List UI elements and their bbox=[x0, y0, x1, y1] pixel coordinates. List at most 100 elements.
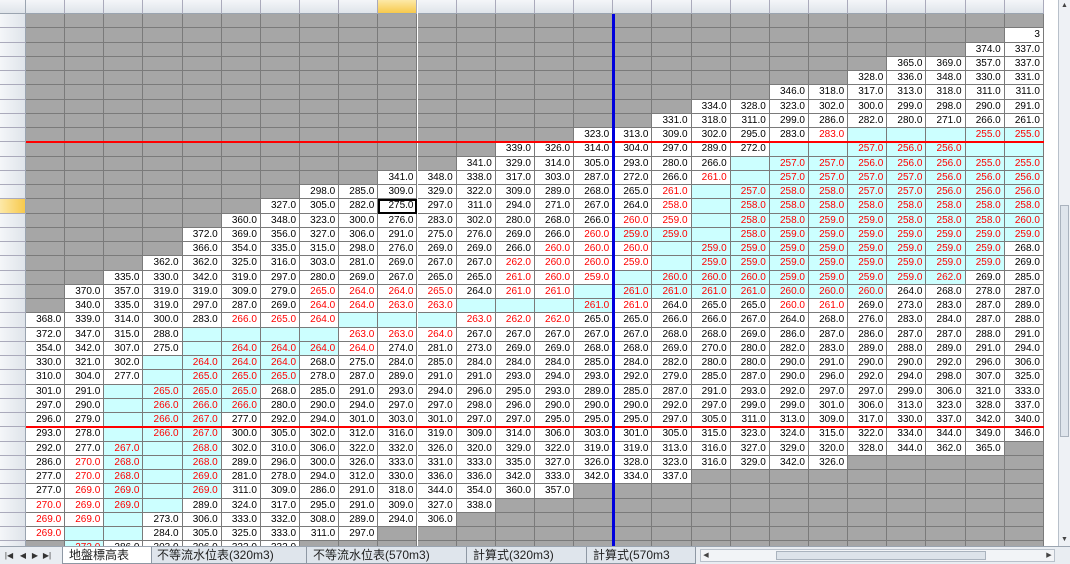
grid-cell[interactable]: 319.0 bbox=[613, 441, 653, 456]
grid-cell[interactable]: 283.0 bbox=[809, 341, 849, 356]
grid-cell[interactable] bbox=[300, 85, 340, 100]
column-header[interactable] bbox=[260, 0, 301, 14]
grid-cell[interactable]: 269.0 bbox=[26, 527, 66, 542]
grid-cell[interactable]: 297.0 bbox=[26, 398, 66, 413]
row-header[interactable] bbox=[0, 85, 26, 100]
grid-cell[interactable] bbox=[613, 512, 653, 527]
grid-cell[interactable] bbox=[613, 14, 653, 29]
grid-cell[interactable] bbox=[417, 71, 457, 86]
grid-cell[interactable] bbox=[378, 156, 418, 171]
grid-cell[interactable] bbox=[769, 512, 809, 527]
grid-cell[interactable] bbox=[65, 56, 105, 71]
grid-cell[interactable]: 372.0 bbox=[182, 227, 222, 242]
grid-cell[interactable]: 258.0 bbox=[769, 213, 809, 228]
grid-cell[interactable] bbox=[300, 327, 340, 342]
grid-cell[interactable]: 346.0 bbox=[1004, 427, 1044, 442]
grid-cell[interactable] bbox=[65, 99, 105, 114]
grid-cell[interactable]: 312.0 bbox=[339, 427, 379, 442]
grid-cell[interactable]: 287.0 bbox=[730, 370, 770, 385]
grid-cell[interactable] bbox=[221, 170, 261, 185]
grid-cell[interactable]: 264.0 bbox=[652, 299, 692, 314]
grid-cell[interactable] bbox=[1004, 484, 1044, 499]
grid-cell[interactable] bbox=[65, 128, 105, 143]
grid-cell[interactable] bbox=[143, 156, 183, 171]
grid-cell[interactable]: 293.0 bbox=[730, 384, 770, 399]
grid-cell[interactable]: 342.0 bbox=[182, 270, 222, 285]
grid-cell[interactable] bbox=[809, 470, 849, 485]
grid-cell[interactable]: 294.0 bbox=[339, 398, 379, 413]
grid-cell[interactable]: 260.0 bbox=[534, 242, 575, 257]
grid-cell[interactable]: 267.0 bbox=[574, 327, 614, 342]
grid-cell[interactable] bbox=[691, 484, 731, 499]
grid-cell[interactable]: 256.0 bbox=[848, 156, 888, 171]
grid-cell[interactable]: 260.0 bbox=[769, 299, 809, 314]
grid-cell[interactable]: 318.0 bbox=[691, 113, 731, 128]
grid-cell[interactable]: 267.0 bbox=[182, 413, 222, 428]
grid-cell[interactable]: 322.0 bbox=[848, 427, 888, 442]
grid-cell[interactable] bbox=[339, 156, 379, 171]
column-header[interactable] bbox=[378, 0, 418, 14]
grid-cell[interactable]: 275.0 bbox=[143, 341, 183, 356]
grid-cell[interactable]: 348.0 bbox=[260, 213, 301, 228]
grid-cell[interactable] bbox=[809, 14, 849, 29]
grid-cell[interactable] bbox=[26, 14, 66, 29]
row-header[interactable] bbox=[0, 242, 26, 257]
grid-cell[interactable]: 290.0 bbox=[769, 356, 809, 371]
grid-cell[interactable]: 305.0 bbox=[300, 199, 340, 214]
grid-cell[interactable] bbox=[691, 56, 731, 71]
grid-cell[interactable] bbox=[691, 498, 731, 513]
grid-cell[interactable] bbox=[534, 42, 575, 57]
grid-cell[interactable]: 291.0 bbox=[1004, 327, 1044, 342]
grid-cell[interactable] bbox=[104, 256, 144, 271]
grid-cell[interactable] bbox=[260, 28, 301, 43]
grid-cell[interactable]: 323.0 bbox=[730, 427, 770, 442]
grid-cell[interactable]: 269.0 bbox=[378, 256, 418, 271]
grid-cell[interactable]: 284.0 bbox=[613, 356, 653, 371]
grid-cell[interactable]: 326.0 bbox=[417, 441, 457, 456]
grid-cell[interactable] bbox=[613, 56, 653, 71]
grid-cell[interactable]: 315.0 bbox=[104, 327, 144, 342]
grid-cell[interactable] bbox=[221, 42, 261, 57]
grid-cell[interactable]: 285.0 bbox=[300, 384, 340, 399]
grid-cell[interactable] bbox=[456, 14, 496, 29]
grid-cell[interactable] bbox=[730, 527, 770, 542]
grid-cell[interactable]: 300.0 bbox=[221, 427, 261, 442]
grid-cell[interactable]: 259.0 bbox=[769, 256, 809, 271]
grid-cell[interactable] bbox=[495, 85, 535, 100]
grid-cell[interactable]: 354.0 bbox=[26, 341, 66, 356]
grid-cell[interactable] bbox=[495, 512, 535, 527]
grid-cell[interactable] bbox=[339, 313, 379, 328]
grid-cell[interactable]: 278.0 bbox=[260, 470, 301, 485]
column-header[interactable] bbox=[848, 0, 888, 14]
grid-cell[interactable] bbox=[887, 455, 927, 470]
grid-cell[interactable] bbox=[691, 199, 731, 214]
grid-cell[interactable]: 259.0 bbox=[887, 227, 927, 242]
row-header[interactable] bbox=[0, 270, 26, 285]
grid-cell[interactable] bbox=[456, 85, 496, 100]
grid-cell[interactable] bbox=[534, 14, 575, 29]
grid-cell[interactable]: 265.0 bbox=[417, 284, 457, 299]
grid-cell[interactable] bbox=[65, 270, 105, 285]
grid-cell[interactable]: 275.0 bbox=[417, 227, 457, 242]
grid-cell[interactable]: 357.0 bbox=[534, 484, 575, 499]
grid-cell[interactable]: 269.0 bbox=[730, 327, 770, 342]
column-header[interactable] bbox=[417, 0, 457, 14]
grid-cell[interactable]: 362.0 bbox=[926, 441, 966, 456]
grid-cell[interactable]: 313.0 bbox=[887, 85, 927, 100]
grid-cell[interactable] bbox=[26, 99, 66, 114]
grid-cell[interactable] bbox=[691, 14, 731, 29]
grid-cell[interactable]: 283.0 bbox=[809, 128, 849, 143]
column-header[interactable] bbox=[221, 0, 261, 14]
grid-cell[interactable]: 268.0 bbox=[534, 213, 575, 228]
grid-cell[interactable]: 354.0 bbox=[456, 484, 496, 499]
row-header[interactable] bbox=[0, 99, 26, 114]
grid-cell[interactable]: 295.0 bbox=[495, 384, 535, 399]
grid-cell[interactable] bbox=[887, 28, 927, 43]
grid-cell[interactable] bbox=[221, 113, 261, 128]
grid-cell[interactable]: 302.0 bbox=[221, 441, 261, 456]
row-header[interactable] bbox=[0, 427, 26, 442]
grid-cell[interactable]: 329.0 bbox=[417, 185, 457, 200]
grid-cell[interactable]: 328.0 bbox=[730, 99, 770, 114]
grid-cell[interactable]: 264.0 bbox=[769, 313, 809, 328]
grid-cell[interactable] bbox=[260, 56, 301, 71]
